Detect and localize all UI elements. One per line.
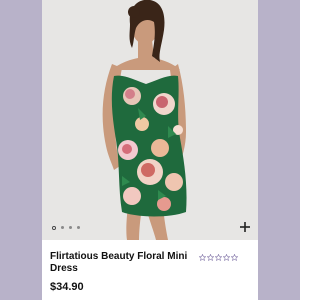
product-photo[interactable] [42,0,258,240]
carousel-dot[interactable] [61,226,64,229]
product-title[interactable]: Flirtatious Beauty Floral Mini Dress [50,251,200,275]
right-side-panel [258,0,300,300]
add-button[interactable] [238,220,252,234]
plus-icon [240,222,250,232]
product-info: Flirtatious Beauty Floral Mini Dress $34… [42,240,258,300]
carousel-dot[interactable] [69,226,72,229]
left-side-panel [0,0,42,300]
model-photo-illustration [42,0,258,240]
product-price: $34.90 [50,281,84,293]
screen: Flirtatious Beauty Floral Mini Dress $34… [0,0,300,300]
carousel-dot-active[interactable] [52,225,56,230]
product-card[interactable]: Flirtatious Beauty Floral Mini Dress $34… [42,0,258,300]
star-outline-icon [231,254,238,261]
rating-stars [199,254,238,261]
star-outline-icon [215,254,222,261]
star-outline-icon [223,254,230,261]
carousel-dot[interactable] [77,226,80,229]
carousel-dots[interactable] [52,225,80,230]
star-outline-icon [199,254,206,261]
star-outline-icon [207,254,214,261]
